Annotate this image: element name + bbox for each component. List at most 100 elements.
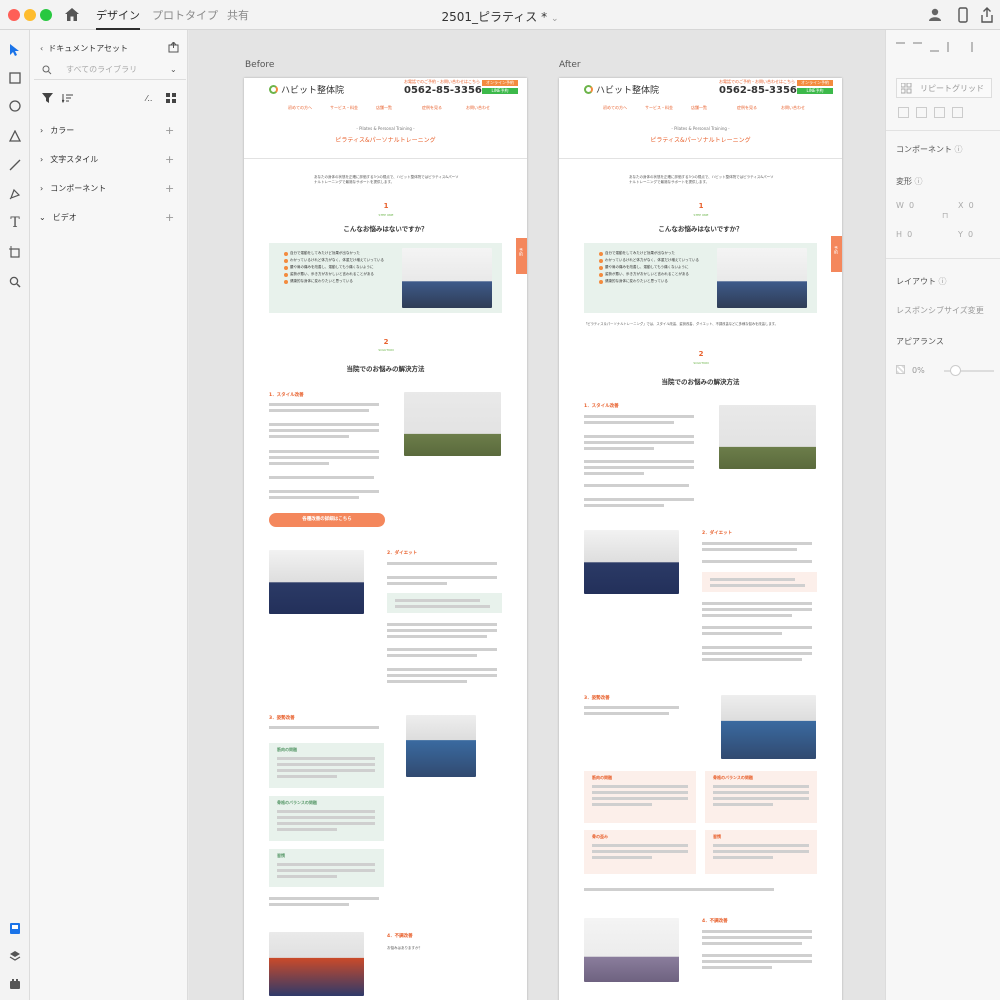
cta-details-button[interactable]: 各種改善の詳細はこちら [269,513,385,527]
chevron-right-icon[interactable]: › [40,184,43,193]
search-icon [42,65,52,74]
artboard-after[interactable]: ハビット整体院 お電話でのご予約・お問い合わせはこちら 0562-85-3356… [559,78,842,1000]
worry-item: わかっているけれど体力がなく、体重だけ増えていっている [599,258,699,263]
online-booking-button[interactable]: オンライン予約 [797,80,833,86]
line-tool-icon[interactable] [5,155,25,175]
chevron-down-icon[interactable]: ⌄ [39,213,46,222]
side-booking-tab[interactable]: 予約 [516,238,527,274]
text-line [269,450,379,453]
align-middle-icon[interactable] [913,42,922,52]
chevron-left-icon[interactable]: ‹ [40,44,43,53]
search-input[interactable]: すべてのライブラリ [66,64,137,75]
align-top-icon[interactable] [896,42,905,52]
condition-text: お悩みはありますか？ [387,946,422,950]
side-booking-tab[interactable]: 予約 [831,236,842,272]
boolean-exclude-icon[interactable] [952,107,963,118]
section-colors[interactable]: › カラー + [30,120,188,140]
rectangle-tool-icon[interactable] [5,68,25,88]
repeat-grid-button[interactable]: リピートグリッド [896,78,992,98]
nav-item-stores[interactable]: 店舗一覧 [691,105,707,111]
divider [886,258,1000,259]
list-view-icon[interactable]: ⁄.. [146,94,152,103]
height-field[interactable]: H 0 [896,230,912,239]
posture-box: 習慣 [705,830,817,874]
section-video[interactable]: ⌄ ビデオ + [30,207,188,227]
account-icon[interactable] [928,7,944,23]
text-line [269,496,359,499]
layout-label: レイアウト [896,277,936,286]
chevron-down-icon[interactable]: ⌄ [170,65,177,74]
ellipse-tool-icon[interactable] [5,96,25,116]
polygon-tool-icon[interactable] [5,126,25,146]
document-title[interactable]: 2501_ピラティス * ⌄ [0,8,1000,25]
opacity-value[interactable]: 0% [912,366,925,375]
grid-view-icon[interactable] [166,93,176,103]
y-field[interactable]: Y 0 [958,230,973,239]
device-preview-icon[interactable] [958,7,968,23]
sort-icon[interactable] [62,93,73,103]
nav-item-services[interactable]: サービス・料金 [330,105,358,111]
lock-aspect-icon[interactable]: ⊓ [942,211,948,220]
text-line [584,504,664,507]
line-booking-button[interactable]: LINE予約 [482,88,518,94]
select-tool-icon[interactable] [5,40,25,60]
add-icon[interactable]: + [165,211,174,224]
online-booking-button[interactable]: オンライン予約 [482,80,518,86]
nav-item-services[interactable]: サービス・料金 [645,105,673,111]
zoom-tool-icon[interactable] [5,272,25,292]
design-canvas[interactable]: Before After ハビット整体院 お電話でのご予約・お問い合わせはこちら… [189,30,885,1000]
chevron-right-icon[interactable]: › [40,126,43,135]
artboard-tool-icon[interactable] [5,242,25,262]
nav-item-cases[interactable]: 症例を見る [737,105,757,111]
nav-item-stores[interactable]: 店舗一覧 [376,105,392,111]
align-left-icon[interactable] [947,42,956,52]
worry-heading: こんなお悩みはないですか？ [658,225,743,233]
x-field[interactable]: X 0 [958,201,974,210]
boolean-subtract-icon[interactable] [916,107,927,118]
boolean-intersect-icon[interactable] [934,107,945,118]
worry-item: 姿勢が悪い、歩き方がおかしいと言われることがある [284,272,374,277]
divider [886,130,1000,131]
add-icon[interactable]: + [165,182,174,195]
opacity-slider-handle[interactable] [950,365,961,376]
artboard-label-after[interactable]: After [559,60,581,70]
pilates-stretch-photo [717,248,807,308]
nav-item-cases[interactable]: 症例を見る [422,105,442,111]
align-bottom-icon[interactable] [930,42,939,52]
layers-icon[interactable] [5,946,25,966]
posture-box: 習慣 [269,849,384,887]
info-icon[interactable]: ⓘ [955,145,963,154]
boolean-add-icon[interactable] [898,107,909,118]
share-export-icon[interactable] [980,7,994,23]
artboard-label-before[interactable]: Before [245,60,274,70]
info-icon[interactable]: ⓘ [915,177,923,186]
chevron-right-icon[interactable]: › [40,155,43,164]
assets-icon[interactable] [5,918,25,938]
section-components[interactable]: › コンポーネント + [30,178,188,198]
pen-tool-icon[interactable] [5,184,25,204]
artboard-before[interactable]: ハビット整体院 お電話でのご予約・お問い合わせはこちら 0562-85-3356… [244,78,527,1000]
line-booking-button[interactable]: LINE予約 [797,88,833,94]
responsive-resize-toggle[interactable]: レスポンシブサイズ変更 [896,305,984,316]
section-style-title: 1．スタイル改善 [269,393,304,398]
nav-item-first-visit[interactable]: 初めての方へ [603,105,627,111]
page-subtitle: - Pilates & Personal Training - [356,126,415,131]
import-icon[interactable] [168,42,179,53]
filter-icon[interactable] [42,93,53,103]
page-title: ピラティス&パーソナルトレーニング [335,137,436,144]
document-assets-header[interactable]: ‹ ドキュメントアセット [30,38,188,58]
add-icon[interactable]: + [165,153,174,166]
nav-item-first-visit[interactable]: 初めての方へ [288,105,312,111]
info-icon[interactable]: ⓘ [939,277,947,286]
align-right-icon[interactable] [964,42,973,52]
nav-item-contact[interactable]: お問い合わせ [466,105,490,111]
section-text-styles[interactable]: › 文字スタイル + [30,149,188,169]
width-field[interactable]: W 0 [896,201,914,210]
nav-item-contact[interactable]: お問い合わせ [781,105,805,111]
library-search[interactable]: すべてのライブラリ ⌄ [34,60,186,80]
chevron-down-icon[interactable]: ⌄ [551,14,559,24]
text-tool-icon[interactable]: T [5,213,25,233]
divider [244,158,527,159]
plugins-icon[interactable] [5,974,25,994]
add-icon[interactable]: + [165,124,174,137]
